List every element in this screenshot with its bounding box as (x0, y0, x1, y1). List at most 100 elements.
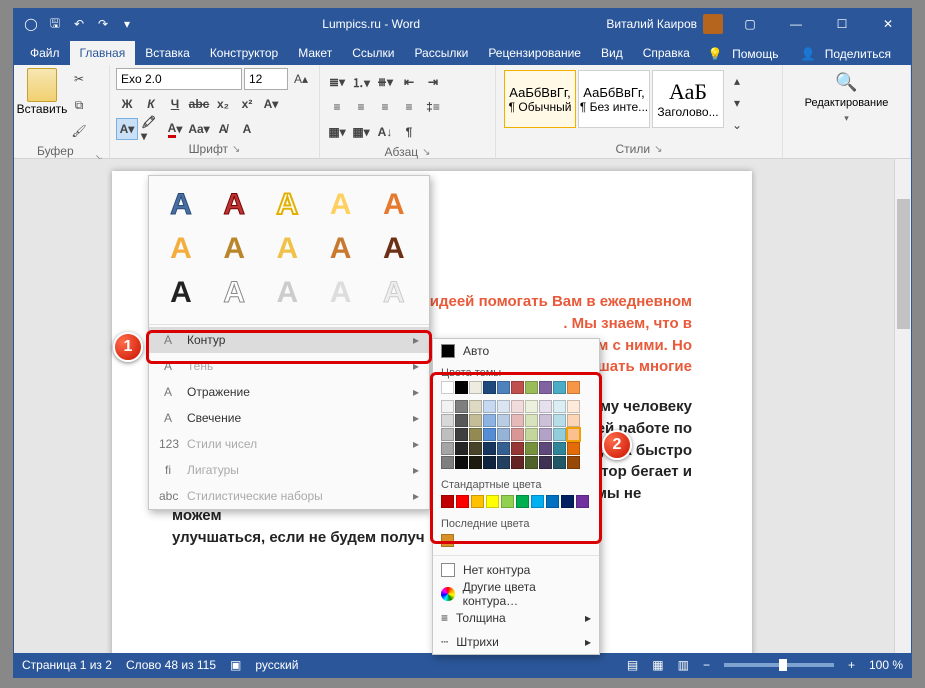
status-words[interactable]: Слово 48 из 115 (126, 658, 216, 672)
color-swatch[interactable] (539, 428, 552, 441)
effect-preset[interactable]: A (159, 186, 203, 224)
tell-me[interactable]: 💡 Помощь (702, 43, 791, 65)
color-swatch[interactable] (441, 381, 454, 394)
styles-launcher-icon[interactable]: ↘ (654, 144, 662, 155)
color-swatch[interactable] (525, 442, 538, 455)
effect-preset[interactable]: A (372, 186, 416, 224)
effect-preset[interactable]: A (372, 230, 416, 268)
color-swatch[interactable] (553, 442, 566, 455)
color-swatch[interactable] (553, 381, 566, 394)
effect-preset[interactable]: A (319, 186, 363, 224)
effect-preset[interactable]: A (319, 230, 363, 268)
styles-more-icon[interactable]: ⌄ (726, 114, 748, 136)
outline-weight[interactable]: ≡ Толщина ▸ (433, 606, 599, 630)
tab-file[interactable]: Файл (20, 41, 70, 65)
color-swatch[interactable] (441, 495, 454, 508)
effect-preset[interactable]: A (265, 230, 309, 268)
tab-view[interactable]: Вид (591, 41, 633, 65)
effect-preset[interactable]: A (265, 274, 309, 312)
color-swatch[interactable] (553, 400, 566, 413)
cut-icon[interactable]: ✂ (68, 68, 90, 90)
color-swatch[interactable] (511, 400, 524, 413)
color-swatch[interactable] (567, 428, 580, 441)
color-swatch[interactable] (456, 495, 469, 508)
menu-shadow[interactable]: A Тень ▸ (149, 353, 429, 379)
color-swatch[interactable] (469, 456, 482, 469)
color-swatch[interactable] (469, 414, 482, 427)
color-swatch[interactable] (561, 495, 574, 508)
grow-font-icon[interactable]: A▴ (290, 68, 312, 90)
styles-up-icon[interactable]: ▴ (726, 70, 748, 92)
styles-down-icon[interactable]: ▾ (726, 92, 748, 114)
color-swatch[interactable] (576, 495, 589, 508)
color-swatch[interactable] (511, 381, 524, 394)
change-case-button[interactable]: Aa▾ (188, 118, 210, 140)
undo-icon[interactable]: ↶ (70, 15, 88, 33)
color-swatch[interactable] (469, 400, 482, 413)
font-color-button[interactable]: A▾ (164, 118, 186, 140)
color-swatch[interactable] (497, 400, 510, 413)
color-swatch[interactable] (455, 414, 468, 427)
subscript-button[interactable]: x₂ (212, 93, 234, 115)
menu-stylistic-sets[interactable]: abc Стилистические наборы ▸ (149, 483, 429, 509)
clear-format-button[interactable]: A̸ (212, 118, 234, 140)
color-swatch[interactable] (455, 456, 468, 469)
color-swatch[interactable] (483, 400, 496, 413)
decrease-indent-button[interactable]: ⇤ (398, 71, 420, 93)
shrink-font-icon[interactable]: A▾ (260, 93, 282, 115)
color-swatch[interactable] (511, 456, 524, 469)
color-swatch[interactable] (511, 414, 524, 427)
qat-more-icon[interactable]: ▾ (118, 15, 136, 33)
tab-mailings[interactable]: Рассылки (404, 41, 478, 65)
color-swatch[interactable] (539, 381, 552, 394)
effect-preset[interactable]: A (159, 230, 203, 268)
user-area[interactable]: Виталий Каиров (606, 14, 727, 34)
view-print-icon[interactable]: ▦ (652, 658, 663, 672)
spellcheck-icon[interactable]: ▣ (230, 658, 241, 672)
align-center-button[interactable]: ≡ (350, 96, 372, 118)
tab-review[interactable]: Рецензирование (478, 41, 591, 65)
scroll-thumb[interactable] (897, 199, 910, 329)
zoom-in-icon[interactable]: + (848, 658, 855, 672)
color-swatch[interactable] (441, 456, 454, 469)
tab-references[interactable]: Ссылки (342, 41, 404, 65)
color-swatch[interactable] (483, 381, 496, 394)
color-swatch[interactable] (539, 442, 552, 455)
effect-preset[interactable]: A (212, 274, 256, 312)
outline-none[interactable]: Нет контура (433, 558, 599, 582)
color-swatch[interactable] (525, 381, 538, 394)
underline-button[interactable]: Ч (164, 93, 186, 115)
numbering-button[interactable]: ⒈▾ (350, 71, 372, 93)
tab-insert[interactable]: Вставка (135, 41, 200, 65)
color-swatch[interactable] (567, 442, 580, 455)
color-swatch[interactable] (525, 428, 538, 441)
minimize-button[interactable]: — (773, 9, 819, 39)
style-nospacing[interactable]: АаБбВвГг, ¶ Без инте... (578, 70, 650, 128)
paragraph-launcher-icon[interactable]: ↘ (422, 147, 430, 158)
show-marks-button[interactable]: ¶ (398, 121, 420, 143)
tab-help[interactable]: Справка (633, 41, 700, 65)
outline-dashes[interactable]: ┄ Штрихи ▸ (433, 630, 599, 654)
bold-button[interactable]: Ж (116, 93, 138, 115)
color-swatch[interactable] (553, 414, 566, 427)
status-lang[interactable]: русский (255, 658, 298, 672)
editing-more-icon[interactable]: ▾ (844, 113, 849, 124)
sort-button[interactable]: A↓ (374, 121, 396, 143)
paste-button[interactable]: Вставить (20, 68, 64, 142)
color-swatch[interactable] (531, 495, 544, 508)
color-swatch[interactable] (501, 495, 514, 508)
tab-home[interactable]: Главная (70, 41, 136, 65)
strike-button[interactable]: abc (188, 93, 210, 115)
zoom-slider[interactable] (724, 663, 834, 667)
font-launcher-icon[interactable]: ↘ (232, 144, 240, 155)
color-swatch[interactable] (539, 400, 552, 413)
tab-layout[interactable]: Макет (288, 41, 342, 65)
effect-preset[interactable]: A (212, 186, 256, 224)
style-normal[interactable]: АаБбВвГг, ¶ Обычный (504, 70, 576, 128)
color-swatch[interactable] (497, 456, 510, 469)
color-swatch[interactable] (525, 414, 538, 427)
color-swatch[interactable] (497, 414, 510, 427)
close-button[interactable]: ✕ (865, 9, 911, 39)
zoom-out-icon[interactable]: − (703, 658, 710, 672)
color-swatch[interactable] (441, 414, 454, 427)
